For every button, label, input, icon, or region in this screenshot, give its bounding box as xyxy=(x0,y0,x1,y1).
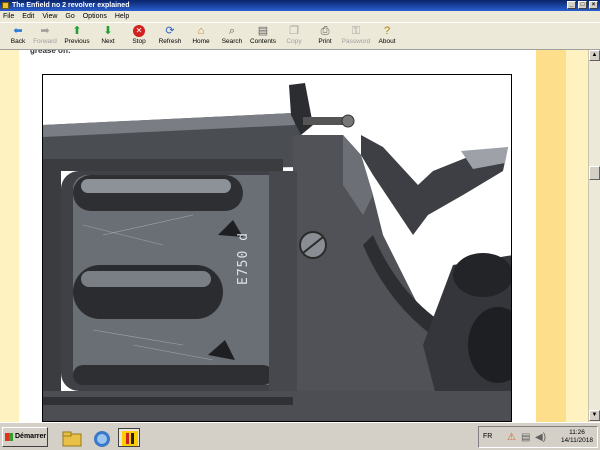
refresh-label: Refresh xyxy=(158,38,182,45)
about-label: About xyxy=(378,38,396,45)
search-icon: ⌕ xyxy=(228,25,236,37)
password-label: Password xyxy=(341,38,371,45)
app-icon xyxy=(2,2,9,9)
clock[interactable]: 11:26 14/11/2018 xyxy=(561,429,593,445)
contents-icon: ▤ xyxy=(257,25,269,37)
title-bar[interactable]: The Enfield no 2 revolver explained _ □ … xyxy=(0,0,600,11)
revolver-photo: E750 d xyxy=(42,74,512,422)
search-label: Search xyxy=(221,38,243,45)
question-mark-icon: ? xyxy=(383,25,391,37)
file-explorer-icon[interactable] xyxy=(60,428,82,447)
taskbar: Démarrer FR ⚠ ▤ ◀) 11:26 14/11/2018 xyxy=(0,422,600,450)
minimize-button[interactable]: _ xyxy=(567,1,576,9)
key-icon: ⚿ xyxy=(351,25,361,37)
forward-arrow-icon: ➡ xyxy=(40,25,50,37)
revolver-illustration xyxy=(43,83,511,421)
down-arrow-icon: ⬇ xyxy=(103,25,113,37)
print-icon: ⎙ xyxy=(320,25,330,37)
start-button[interactable]: Démarrer xyxy=(2,427,48,447)
right-page-border xyxy=(536,50,566,422)
partial-paragraph-text: grease off. xyxy=(30,50,71,55)
menu-help[interactable]: Help xyxy=(115,11,129,22)
toolbar: ⬅ Back ➡ Forward ⬆ Previous ⬇ Next ✕ Sto… xyxy=(0,22,600,50)
copy-icon: ❐ xyxy=(289,25,299,37)
home-icon: ⌂ xyxy=(197,25,205,37)
up-arrow-icon: ⬆ xyxy=(72,25,82,37)
content-pane[interactable]: grease off. E750 d xyxy=(0,50,588,422)
right-page-margin xyxy=(566,50,588,422)
system-tray: FR ⚠ ▤ ◀) 11:26 14/11/2018 xyxy=(478,426,598,448)
menu-file[interactable]: File xyxy=(3,11,14,22)
scroll-up-button[interactable]: ▲ xyxy=(589,50,600,61)
menu-options[interactable]: Options xyxy=(83,11,107,22)
volume-icon[interactable]: ◀) xyxy=(535,432,546,443)
network-icon[interactable]: ▤ xyxy=(521,432,530,443)
menu-bar: File Edit View Go Options Help xyxy=(0,11,600,22)
scroll-down-button[interactable]: ▼ xyxy=(589,410,600,421)
language-indicator[interactable]: FR xyxy=(483,433,492,440)
forward-label: Forward xyxy=(33,38,57,45)
left-page-margin xyxy=(0,50,19,422)
menu-go[interactable]: Go xyxy=(65,11,74,22)
serial-number-marking: E750 d xyxy=(236,232,251,285)
clock-date: 14/11/2018 xyxy=(560,437,593,444)
warning-icon[interactable]: ⚠ xyxy=(507,432,516,443)
browser-icon[interactable] xyxy=(90,428,112,447)
back-arrow-icon: ⬅ xyxy=(13,25,23,37)
forward-button[interactable]: ➡ Forward xyxy=(27,25,63,50)
stop-icon: ✕ xyxy=(133,25,145,37)
copy-label: Copy xyxy=(286,38,302,45)
close-button[interactable]: × xyxy=(589,1,598,9)
folder-icon xyxy=(62,431,82,447)
maximize-button[interactable]: □ xyxy=(578,1,587,9)
home-label: Home xyxy=(192,38,210,45)
window-title: The Enfield no 2 revolver explained xyxy=(12,2,130,9)
start-label: Démarrer xyxy=(15,433,47,440)
contents-label: Contents xyxy=(249,38,277,45)
next-label: Next xyxy=(101,38,115,45)
active-app-icon[interactable] xyxy=(118,428,140,447)
refresh-icon: ⟳ xyxy=(165,25,175,37)
menu-edit[interactable]: Edit xyxy=(22,11,34,22)
globe-icon xyxy=(94,431,110,447)
vertical-scrollbar[interactable]: ▲ ▼ xyxy=(588,50,600,422)
print-label: Print xyxy=(318,38,332,45)
about-button[interactable]: ? About xyxy=(369,25,405,50)
scroll-thumb[interactable] xyxy=(589,166,600,180)
previous-label: Previous xyxy=(64,38,90,45)
windows-logo-icon xyxy=(5,433,13,441)
help-app-icon xyxy=(122,431,138,446)
back-label: Back xyxy=(10,38,26,45)
help-viewer-window: The Enfield no 2 revolver explained _ □ … xyxy=(0,0,600,422)
stop-label: Stop xyxy=(132,38,146,45)
menu-view[interactable]: View xyxy=(42,11,57,22)
clock-time: 11:26 xyxy=(569,429,585,436)
